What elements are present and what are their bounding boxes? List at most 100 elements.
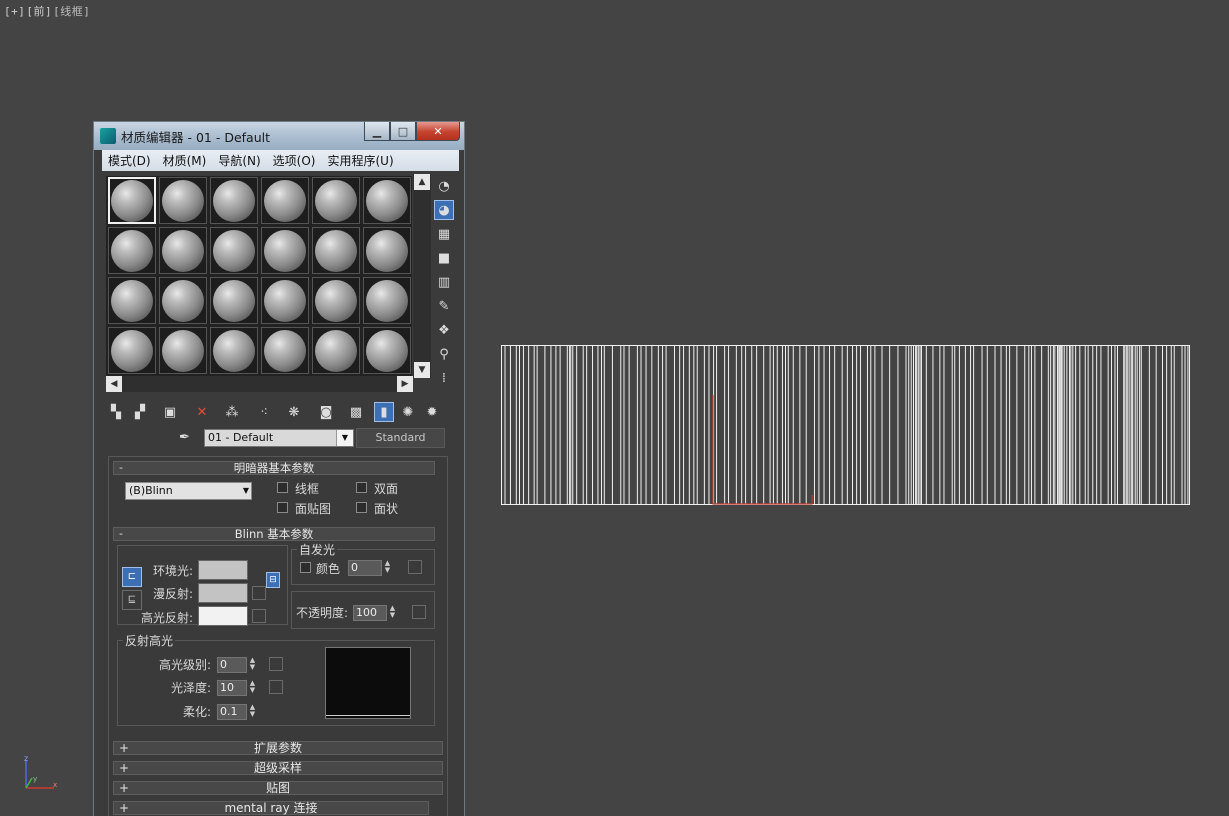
show-map-in-viewport-icon[interactable]: ◙ xyxy=(316,402,336,422)
faceted-checkbox[interactable] xyxy=(356,502,367,513)
material-sample-slot[interactable] xyxy=(261,327,309,374)
options-icon[interactable]: ❖ xyxy=(434,320,454,340)
material-sample-slot[interactable] xyxy=(159,177,207,224)
sample-uv-tiling-icon[interactable]: ■ xyxy=(434,248,454,268)
material-name-field[interactable]: 01 - Default ▼ xyxy=(204,429,354,447)
viewport-label[interactable]: [+][前][线框] xyxy=(4,3,91,19)
material-id-channel-icon[interactable]: ❋ xyxy=(284,402,304,422)
slots-vertical-scrollbar[interactable]: ▲ ▼ xyxy=(413,174,431,378)
menu-options[interactable]: 选项(O) xyxy=(267,152,322,169)
scroll-right-arrow-icon[interactable]: ▶ xyxy=(397,376,413,392)
menu-material[interactable]: 材质(M) xyxy=(157,152,213,169)
assign-to-selection-icon[interactable]: ▣ xyxy=(160,402,180,422)
select-by-material-icon[interactable]: ⚲ xyxy=(434,344,454,364)
material-sample-slot[interactable] xyxy=(363,327,411,374)
material-editor-window[interactable]: 材质编辑器 - 01 - Default ▁ □ ✕ 模式(D) 材质(M) 导… xyxy=(93,121,465,816)
self-illum-color-checkbox[interactable] xyxy=(300,562,311,573)
specular-color-swatch[interactable] xyxy=(198,606,248,626)
glossiness-spinner[interactable]: 10 ▲ ▼ xyxy=(217,680,255,696)
ambient-color-swatch[interactable] xyxy=(198,560,248,580)
opacity-spinner[interactable]: 100 ▲ ▼ xyxy=(353,605,395,621)
supersampling-rollout[interactable]: + 超级采样 xyxy=(113,761,443,775)
background-checker-icon[interactable]: ▦ xyxy=(434,224,454,244)
slots-horizontal-scrollbar[interactable]: ◀ ▶ xyxy=(106,376,413,392)
material-sample-slot[interactable] xyxy=(159,277,207,324)
lock-map-icon[interactable]: ⊟ xyxy=(266,572,280,588)
sample-type-sphere-icon[interactable]: ◔ xyxy=(434,176,454,196)
specular-level-map-button[interactable] xyxy=(269,657,283,671)
close-button[interactable]: ✕ xyxy=(416,122,460,141)
menu-navigation[interactable]: 导航(N) xyxy=(212,152,266,169)
material-sample-slot[interactable] xyxy=(363,177,411,224)
title-bar[interactable]: 材质编辑器 - 01 - Default ▁ □ ✕ xyxy=(94,122,464,150)
chevron-down-icon[interactable]: ▼ xyxy=(336,430,353,446)
material-sample-slot[interactable] xyxy=(108,227,156,274)
two-sided-checkbox[interactable] xyxy=(356,482,367,493)
spinner-arrows-icon[interactable]: ▲ ▼ xyxy=(247,680,258,696)
make-unique-icon[interactable]: ⁂ xyxy=(222,402,242,422)
menu-mode[interactable]: 模式(D) xyxy=(102,152,157,169)
extended-params-rollout[interactable]: + 扩展参数 xyxy=(113,741,443,755)
soften-spinner[interactable]: 0.1 ▲ ▼ xyxy=(217,704,255,720)
material-sample-slot[interactable] xyxy=(363,227,411,274)
go-to-parent-icon[interactable]: ▮ xyxy=(374,402,394,422)
shader-type-dropdown[interactable]: (B)Blinn ▼ xyxy=(125,482,252,500)
maximize-button[interactable]: □ xyxy=(390,122,416,141)
material-sample-slot[interactable] xyxy=(363,277,411,324)
scroll-left-arrow-icon[interactable]: ◀ xyxy=(106,376,122,392)
diffuse-color-swatch[interactable] xyxy=(198,583,248,603)
viewport-shading-wireframe[interactable]: [线框] xyxy=(53,5,90,18)
show-end-result-icon[interactable]: ▩ xyxy=(346,402,366,422)
spinner-arrows-icon[interactable]: ▲ ▼ xyxy=(247,704,258,720)
material-sample-slot[interactable] xyxy=(159,227,207,274)
spinner-arrows-icon[interactable]: ▲ ▼ xyxy=(387,605,398,621)
scroll-up-arrow-icon[interactable]: ▲ xyxy=(414,174,430,190)
go-forward-to-sibling-icon[interactable]: ✺ xyxy=(398,402,418,422)
specular-map-button[interactable] xyxy=(252,609,266,623)
self-illum-map-button[interactable] xyxy=(408,560,422,574)
material-sample-slot[interactable] xyxy=(261,177,309,224)
material-sample-slot[interactable] xyxy=(108,327,156,374)
scroll-down-arrow-icon[interactable]: ▼ xyxy=(414,362,430,378)
wireframe-object[interactable] xyxy=(501,345,1191,507)
blinn-basic-params-header[interactable]: - Blinn 基本参数 xyxy=(113,527,435,541)
backlight-icon[interactable]: ◕ xyxy=(434,200,454,220)
material-sample-slot[interactable] xyxy=(261,277,309,324)
material-sample-slot[interactable] xyxy=(312,327,360,374)
maps-rollout[interactable]: + 贴图 xyxy=(113,781,443,795)
video-color-check-icon[interactable]: ▥ xyxy=(434,272,454,292)
material-sample-slot[interactable] xyxy=(210,227,258,274)
minimize-button[interactable]: ▁ xyxy=(364,122,390,141)
viewport-view-front[interactable]: [前] xyxy=(26,5,52,18)
diffuse-map-button[interactable] xyxy=(252,586,266,600)
material-sample-slot[interactable] xyxy=(210,327,258,374)
wire-checkbox[interactable] xyxy=(277,482,288,493)
material-sample-slot[interactable] xyxy=(261,227,309,274)
material-sample-slot[interactable] xyxy=(312,227,360,274)
material-sample-slot[interactable] xyxy=(210,277,258,324)
mental-ray-connection-rollout[interactable]: + mental ray 连接 xyxy=(113,801,429,815)
material-sample-slot[interactable] xyxy=(159,327,207,374)
material-type-button[interactable]: Standard xyxy=(356,428,445,448)
material-sample-slot[interactable] xyxy=(210,177,258,224)
glossiness-map-button[interactable] xyxy=(269,680,283,694)
eyedropper-icon[interactable]: ✒ xyxy=(179,430,195,446)
spinner-arrows-icon[interactable]: ▲ ▼ xyxy=(247,657,258,673)
menu-utilities[interactable]: 实用程序(U) xyxy=(321,152,399,169)
spinner-arrows-icon[interactable]: ▲ ▼ xyxy=(382,560,393,576)
get-material-icon[interactable]: ▚ xyxy=(106,402,126,422)
material-map-navigator-icon[interactable]: ⁞ xyxy=(434,368,454,388)
opacity-map-button[interactable] xyxy=(412,605,426,619)
viewport-menu-plus[interactable]: [+] xyxy=(4,5,25,18)
reset-map-icon[interactable]: ✕ xyxy=(192,402,212,422)
material-sample-slot[interactable] xyxy=(312,277,360,324)
make-preview-icon[interactable]: ✎ xyxy=(434,296,454,316)
shader-basic-params-header[interactable]: - 明暗器基本参数 xyxy=(113,461,435,475)
put-to-scene-icon[interactable]: ▞ xyxy=(130,402,150,422)
pick-material-icon[interactable]: ✹ xyxy=(422,402,442,422)
material-sample-slot[interactable] xyxy=(108,277,156,324)
self-illum-spinner[interactable]: 0 ▲ ▼ xyxy=(348,560,390,576)
put-to-library-icon[interactable]: ⁖ xyxy=(254,402,274,422)
material-sample-slot[interactable] xyxy=(108,177,156,224)
specular-level-spinner[interactable]: 0 ▲ ▼ xyxy=(217,657,255,673)
